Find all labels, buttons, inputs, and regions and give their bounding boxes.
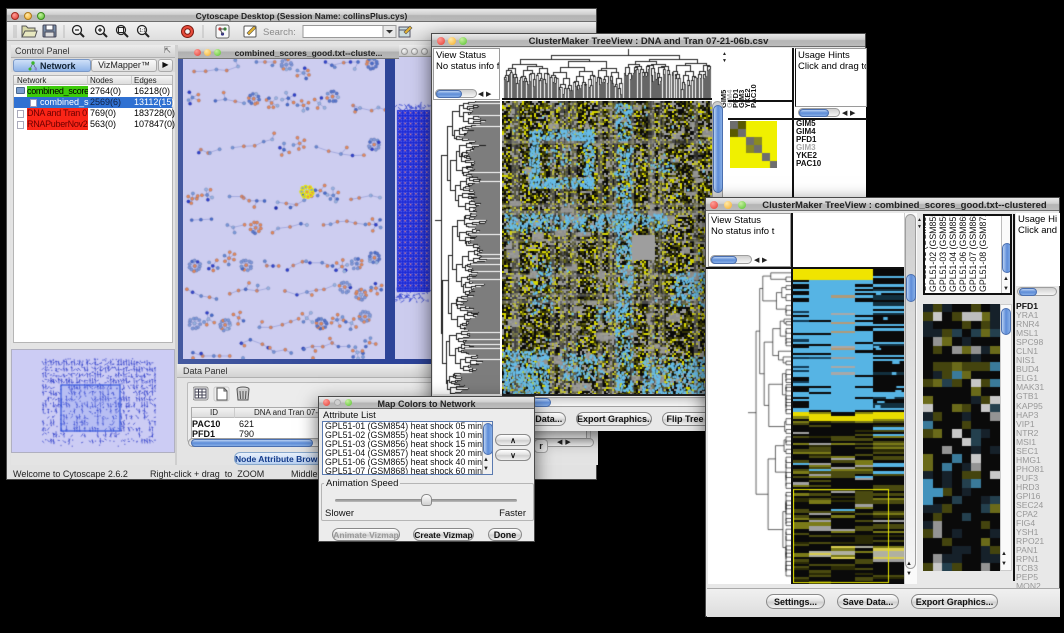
svg-text:1:1: 1:1: [139, 28, 146, 34]
svg-text:Search:: Search:: [263, 27, 296, 38]
